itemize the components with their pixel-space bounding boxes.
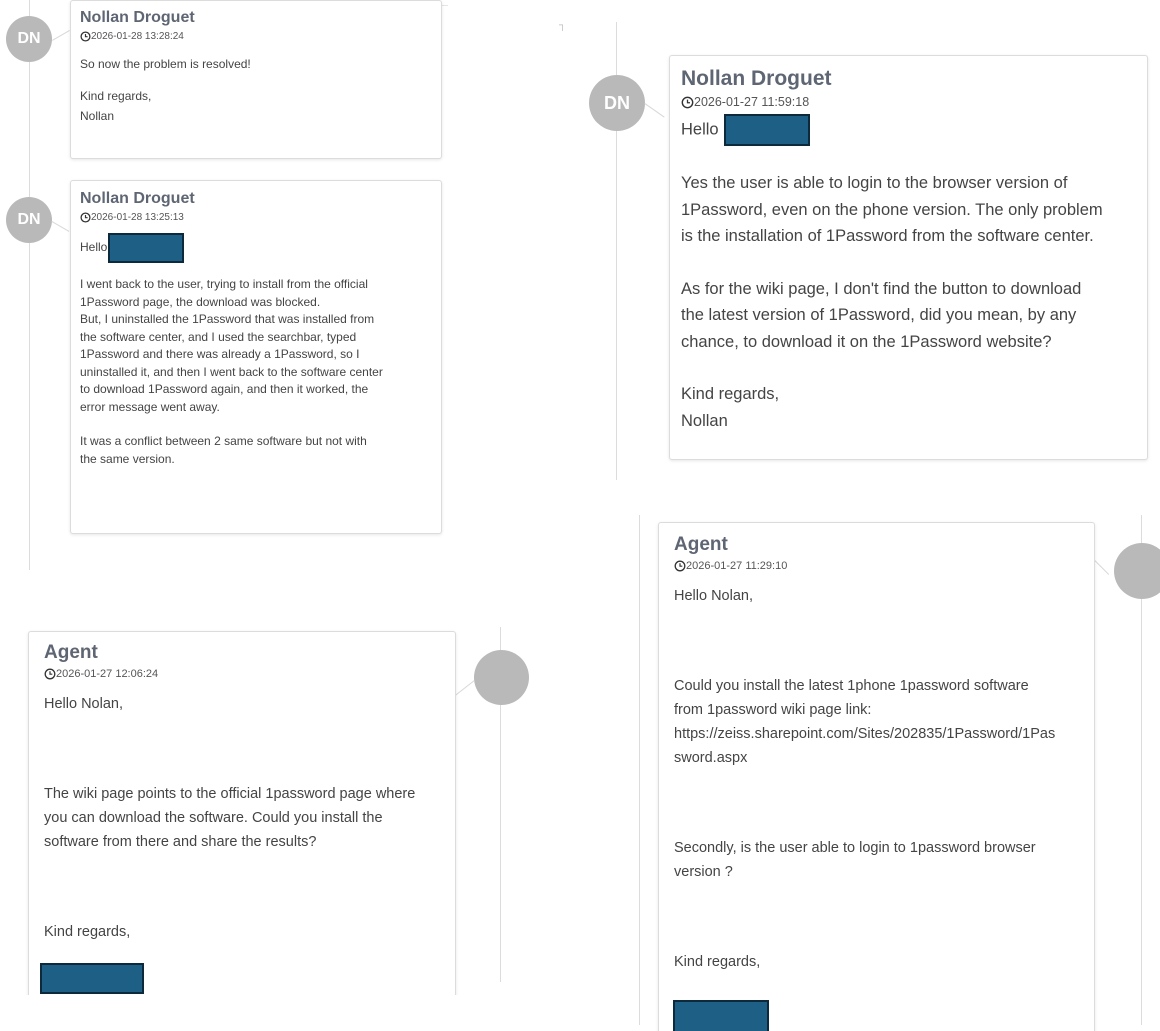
message-author: Nollan Droguet (80, 9, 195, 26)
timestamp-text: 2026-01-28 13:28:24 (91, 31, 184, 42)
message-line: But, I uninstalled the 1Password that wa… (80, 312, 375, 326)
redacted-name (108, 233, 185, 263)
message-line: It was a conflict between 2 same softwar… (80, 434, 367, 448)
connector (52, 30, 70, 41)
message-author: Agent (44, 642, 98, 663)
avatar: DN (6, 197, 52, 243)
message-line: from 1password wiki page link: (674, 702, 872, 718)
timestamp-text: 2026-01-27 11:29:10 (686, 560, 788, 572)
message-card: Agent 2026-01-27 12:06:24 Hello Nolan, T… (28, 631, 456, 995)
message-line: Could you install the latest 1phone 1pas… (674, 678, 1029, 694)
message-line: Nollan (80, 109, 115, 123)
message-line: software from there and share the result… (44, 834, 317, 850)
message-timestamp: 2026-01-27 12:06:24 (44, 667, 441, 681)
message-line: Kind regards, (674, 954, 761, 970)
avatar (474, 650, 529, 705)
avatar: DN (589, 75, 645, 131)
message-line: Hello Nolan, (674, 588, 753, 604)
clock-icon (80, 212, 91, 223)
message-author: Agent (674, 534, 728, 555)
timeline-line (29, 0, 30, 570)
avatar-initials: DN (17, 30, 41, 47)
connector (644, 103, 665, 118)
message-line: As for the wiki page, I don't find the b… (681, 279, 1082, 298)
message-line: version ? (674, 864, 733, 880)
message-card: Nollan Droguet 2026-01-28 13:25:13 Hello… (70, 180, 442, 534)
message-line: uninstalled it, and then I went back to … (80, 364, 383, 379)
avatar-initials: DN (604, 92, 630, 113)
clock-icon (681, 96, 694, 109)
corner-mark: ┐ (559, 20, 567, 31)
message-author: Nollan Droguet (681, 67, 832, 90)
message-line: the latest version of 1Password, did you… (681, 306, 1077, 324)
message-timestamp: 2026-01-27 11:29:10 (674, 559, 1079, 573)
wiki-link[interactable]: sword.aspx (674, 746, 1079, 770)
message-line: The wiki page points to the official 1pa… (44, 786, 416, 802)
connector (455, 680, 475, 696)
message-line: Secondly, is the user able to login to 1… (674, 840, 1036, 856)
message-line: the same version. (80, 451, 175, 466)
message-line: 1Password page, the download was blocked… (80, 294, 321, 309)
greeting-line: Hello (681, 114, 1136, 146)
message-line: error message went away. (80, 399, 220, 414)
message-line: 1Password and there was already a 1Passw… (80, 347, 360, 361)
message-line: the software center, and I used the sear… (80, 329, 357, 344)
message-line: 1Password, even on the phone version. Th… (681, 200, 1103, 219)
greeting-text: Hello (80, 240, 108, 255)
timestamp-text: 2026-01-28 13:25:13 (91, 212, 184, 223)
message-line: is the installation of 1Password from th… (681, 227, 1094, 245)
message-line: Hello Nolan, (44, 696, 123, 712)
message-line: I went back to the user, trying to insta… (80, 277, 368, 291)
panel-top-right: ┐ DN Nollan Droguet 2026-01-27 11:59:18 … (555, 0, 1160, 480)
greeting-line: Hello (80, 233, 432, 263)
message-line: you can download the software. Could you… (44, 810, 383, 826)
redacted-name (724, 114, 811, 146)
panel-bottom-right: Agent 2026-01-27 11:29:10 Hello Nolan, C… (638, 515, 1160, 1031)
message-line: Kind regards, (681, 385, 780, 403)
avatar-initials: DN (17, 211, 41, 228)
redacted-signature (40, 963, 144, 994)
message-card: Agent 2026-01-27 11:29:10 Hello Nolan, C… (658, 522, 1095, 1031)
clock-icon (80, 31, 91, 42)
timeline-line (639, 515, 640, 1025)
message-timestamp: 2026-01-27 11:59:18 (681, 94, 1136, 110)
panel-top-left: DN Nollan Droguet 2026-01-28 13:28:24 So… (0, 0, 450, 570)
message-line: Kind regards, (44, 924, 131, 940)
message-line: Nollan (681, 411, 728, 430)
message-card: Nollan Droguet 2026-01-27 11:59:18 Hello… (669, 55, 1148, 460)
message-timestamp: 2026-01-28 13:28:24 (80, 30, 432, 43)
panel-bottom-left: Agent 2026-01-27 12:06:24 Hello Nolan, T… (0, 625, 540, 995)
connector (1094, 560, 1110, 575)
greeting-text: Hello (681, 120, 719, 139)
message-timestamp: 2026-01-28 13:25:13 (80, 211, 432, 224)
message-line: Kind regards, (80, 89, 152, 103)
timestamp-text: 2026-01-27 12:06:24 (56, 668, 159, 680)
message-author: Nollan Droguet (80, 190, 195, 207)
connector (51, 221, 70, 232)
message-card: Nollan Droguet 2026-01-28 13:28:24 So no… (70, 0, 442, 159)
message-line: to download 1Password again, and then it… (80, 382, 369, 396)
redacted-signature (673, 1000, 769, 1031)
avatar (1114, 543, 1160, 599)
message-line: Yes the user is able to login to the bro… (681, 174, 1068, 192)
wiki-link[interactable]: https://zeiss.sharepoint.com/Sites/20283… (674, 722, 1079, 746)
message-line: chance, to download it on the 1Password … (681, 332, 1052, 351)
avatar: DN (6, 16, 52, 62)
clock-icon (674, 560, 686, 572)
clock-icon (44, 668, 56, 680)
message-line: So now the problem is resolved! (80, 57, 251, 71)
timestamp-text: 2026-01-27 11:59:18 (694, 95, 810, 109)
